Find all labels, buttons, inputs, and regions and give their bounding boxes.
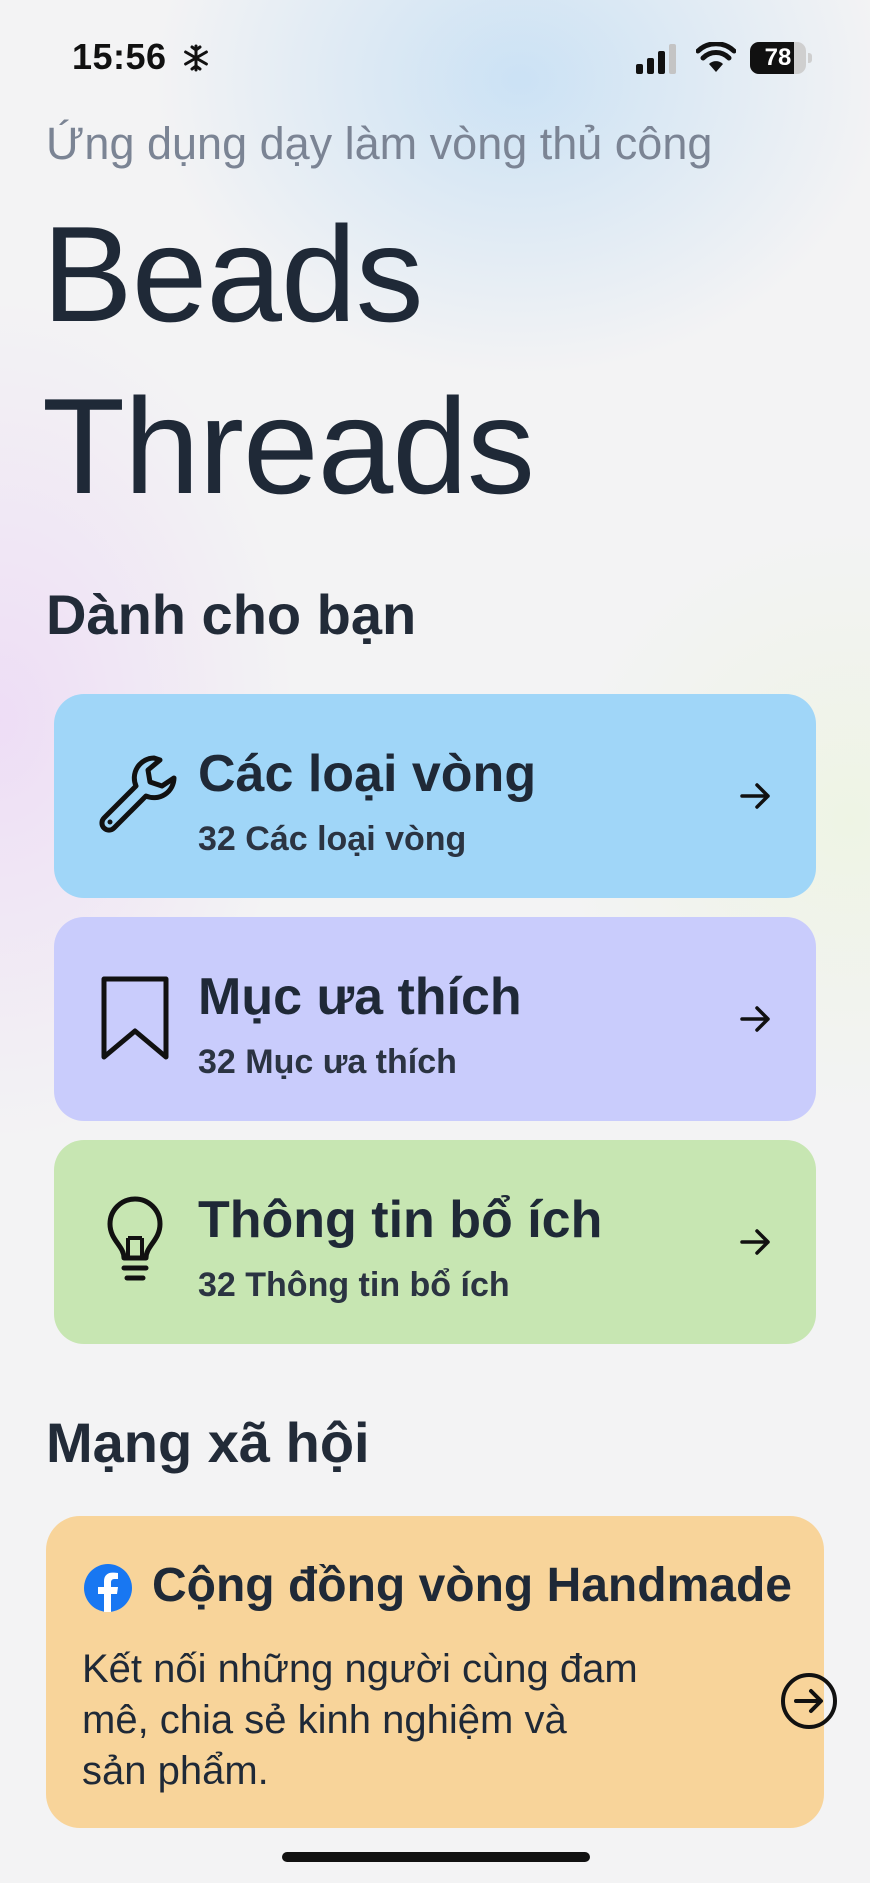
battery-percentage: 78 <box>764 44 792 71</box>
app-subtitle: Ứng dụng dạy làm vòng thủ công <box>46 118 713 169</box>
home-indicator[interactable] <box>282 1852 590 1862</box>
card-title: Mục ưa thích <box>198 968 522 1026</box>
arrow-right-icon <box>740 783 770 809</box>
card-handmade-community[interactable]: Cộng đồng vòng Handmade Kết nối những ng… <box>46 1516 837 1828</box>
app-title-line-1: Beads <box>42 198 424 350</box>
card-subtitle: 32 Thông tin bổ ích <box>198 1266 510 1304</box>
wifi-icon <box>696 42 736 72</box>
section-title-social: Mạng xã hội <box>46 1411 370 1474</box>
arrow-right-icon <box>740 1006 770 1032</box>
social-card-title: Cộng đồng vòng Handmade <box>152 1559 792 1612</box>
status-time: 15:56 <box>72 36 167 77</box>
cellular-signal-icon <box>636 44 676 74</box>
app-title: Beads Threads <box>42 188 535 532</box>
wrench-icon <box>99 755 177 833</box>
bookmark-icon <box>101 976 169 1060</box>
status-bar: 15:56 78 <box>0 0 870 110</box>
card-title: Thông tin bổ ích <box>198 1191 603 1249</box>
battery-icon: 78 <box>750 42 812 74</box>
card-favorites[interactable]: Mục ưa thích 32 Mục ưa thích <box>54 917 816 1121</box>
facebook-icon <box>84 1564 132 1612</box>
card-title: Các loại vòng <box>198 745 537 803</box>
app-title-line-2: Threads <box>42 370 535 522</box>
arrow-circle-right-icon[interactable] <box>780 1672 838 1730</box>
section-title-for-you: Dành cho bạn <box>46 583 417 646</box>
card-bracelet-types[interactable]: Các loại vòng 32 Các loại vòng <box>54 694 816 898</box>
social-card-description: Kết nối những người cùng đam mê, chia sẻ… <box>82 1647 638 1793</box>
card-subtitle: 32 Mục ưa thích <box>198 1043 457 1081</box>
lightbulb-icon <box>107 1196 163 1281</box>
arrow-right-icon <box>740 1229 770 1255</box>
snowflake-icon <box>184 44 208 72</box>
card-subtitle: 32 Các loại vòng <box>198 820 467 858</box>
card-useful-info[interactable]: Thông tin bổ ích 32 Thông tin bổ ích <box>54 1140 816 1344</box>
